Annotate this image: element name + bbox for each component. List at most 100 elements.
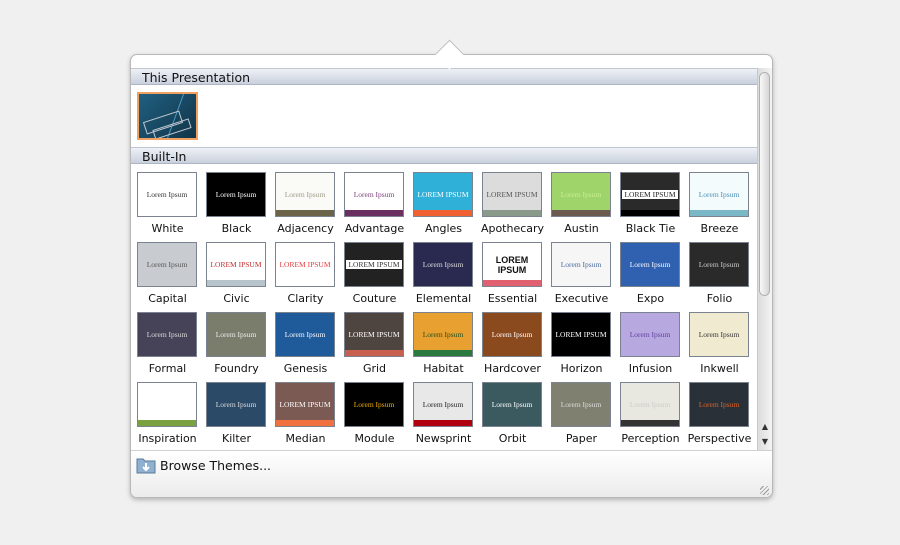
theme-thumbnail-hardcover[interactable]: Lorem Ipsum — [482, 312, 542, 357]
theme-accent — [552, 210, 610, 216]
theme-preview-text: Lorem Ipsum — [146, 190, 188, 199]
theme-thumbnail-angles[interactable]: LOREM IPSUM — [413, 172, 473, 217]
theme-accent — [345, 210, 403, 216]
theme-label: Inkwell — [700, 362, 739, 375]
theme-label: Orbit — [498, 432, 527, 445]
theme-thumbnail-civic[interactable]: LOREM IPSUM — [206, 242, 266, 287]
theme-label: Essential — [487, 292, 538, 305]
theme-thumbnail-white[interactable]: Lorem Ipsum — [137, 172, 197, 217]
theme-thumbnail-habitat[interactable]: Lorem Ipsum — [413, 312, 473, 357]
theme-label: Genesis — [283, 362, 328, 375]
theme-preview-text: Lorem Ipsum — [560, 260, 602, 269]
theme-accent — [207, 280, 265, 286]
theme-preview-text: LOREM IPSUM — [622, 190, 678, 199]
theme-thumbnail-median[interactable]: LOREM IPSUM — [275, 382, 335, 427]
theme-accent — [414, 210, 472, 216]
theme-preview-text: Lorem Ipsum — [146, 330, 188, 339]
theme-label: Folio — [706, 292, 733, 305]
theme-thumbnail-orbit[interactable]: Lorem Ipsum — [482, 382, 542, 427]
theme-preview-text: Lorem Ipsum — [560, 400, 602, 409]
theme-accent — [276, 420, 334, 426]
theme-preview-text: Lorem Ipsum — [629, 400, 671, 409]
section-header-this-presentation: This Presentation — [131, 68, 757, 85]
theme-label: Executive — [554, 292, 609, 305]
scrollbar-thumb[interactable] — [759, 72, 770, 296]
resize-grip[interactable] — [760, 486, 769, 495]
theme-preview-text: Lorem Ipsum — [422, 330, 464, 339]
theme-thumbnail-inspiration[interactable]: Lorem Ipsum — [137, 382, 197, 427]
theme-thumbnail-elemental[interactable]: Lorem Ipsum — [413, 242, 473, 287]
theme-preview-text: Lorem Ipsum — [353, 400, 395, 409]
theme-accent — [138, 420, 196, 426]
theme-thumbnail-newsprint[interactable]: Lorem Ipsum — [413, 382, 473, 427]
footer: Browse Themes... — [131, 450, 772, 497]
theme-label: Clarity — [287, 292, 324, 305]
theme-label: Black — [221, 222, 252, 235]
theme-label: Newsprint — [415, 432, 472, 445]
theme-accent — [690, 210, 748, 216]
theme-accent — [276, 210, 334, 216]
theme-preview-text: Lorem Ipsum — [629, 260, 671, 269]
theme-preview-text: LOREM IPSUM — [279, 400, 331, 409]
theme-thumbnail-perspective[interactable]: Lorem Ipsum — [689, 382, 749, 427]
browse-themes-button[interactable]: Browse Themes... — [136, 456, 271, 474]
theme-preview-text: Lorem Ipsum — [215, 330, 257, 339]
scrollbar[interactable]: ▲ ▼ — [757, 68, 772, 450]
theme-label: Perception — [621, 432, 680, 445]
theme-label: Couture — [352, 292, 397, 305]
theme-thumbnail-paper[interactable]: Lorem Ipsum — [551, 382, 611, 427]
theme-accent — [414, 350, 472, 356]
theme-thumbnail-formal[interactable]: Lorem Ipsum — [137, 312, 197, 357]
theme-thumbnail-black-tie[interactable]: LOREM IPSUM — [620, 172, 680, 217]
theme-label: Grid — [362, 362, 387, 375]
theme-preview-text: Lorem Ipsum — [560, 190, 602, 199]
theme-label: Paper — [565, 432, 598, 445]
theme-thumbnail-foundry[interactable]: Lorem Ipsum — [206, 312, 266, 357]
theme-thumbnail-essential[interactable]: LOREM IPSUM — [482, 242, 542, 287]
current-theme-thumbnail[interactable] — [137, 92, 198, 140]
theme-thumbnail-breeze[interactable]: Lorem Ipsum — [689, 172, 749, 217]
theme-preview-text: Lorem Ipsum — [422, 260, 464, 269]
theme-label: Elemental — [415, 292, 472, 305]
theme-label: Infusion — [628, 362, 673, 375]
theme-label: Hardcover — [484, 362, 541, 375]
theme-thumbnail-austin[interactable]: Lorem Ipsum — [551, 172, 611, 217]
theme-thumbnail-grid[interactable]: LOREM IPSUM — [344, 312, 404, 357]
theme-preview-text: LOREM IPSUM — [555, 330, 607, 339]
theme-thumbnail-adjacency[interactable]: Lorem Ipsum — [275, 172, 335, 217]
theme-thumbnail-genesis[interactable]: Lorem Ipsum — [275, 312, 335, 357]
theme-label: Angles — [424, 222, 463, 235]
theme-thumbnail-expo[interactable]: Lorem Ipsum — [620, 242, 680, 287]
theme-accent — [414, 420, 472, 426]
theme-preview-text: Lorem Ipsum — [215, 190, 257, 199]
theme-thumbnail-black[interactable]: Lorem Ipsum — [206, 172, 266, 217]
theme-thumbnail-folio[interactable]: Lorem Ipsum — [689, 242, 749, 287]
theme-thumbnail-apothecary[interactable]: LOREM IPSUM — [482, 172, 542, 217]
theme-label: Black Tie — [625, 222, 676, 235]
theme-thumbnail-advantage[interactable]: Lorem Ipsum — [344, 172, 404, 217]
scroll-down-button[interactable]: ▼ — [758, 435, 772, 449]
theme-thumbnail-kilter[interactable]: Lorem Ipsum — [206, 382, 266, 427]
theme-thumbnail-inkwell[interactable]: Lorem Ipsum — [689, 312, 749, 357]
theme-thumbnail-infusion[interactable]: Lorem Ipsum — [620, 312, 680, 357]
scroll-up-button[interactable]: ▲ — [758, 420, 772, 434]
theme-preview-text: Lorem Ipsum — [698, 190, 740, 199]
theme-label: Module — [354, 432, 395, 445]
theme-thumbnail-executive[interactable]: Lorem Ipsum — [551, 242, 611, 287]
theme-preview-text: Lorem Ipsum — [698, 400, 740, 409]
theme-preview-text: Lorem Ipsum — [353, 190, 395, 199]
theme-label: Breeze — [700, 222, 739, 235]
theme-thumbnail-module[interactable]: Lorem Ipsum — [344, 382, 404, 427]
theme-thumbnail-capital[interactable]: Lorem Ipsum — [137, 242, 197, 287]
theme-label: Apothecary — [480, 222, 545, 235]
theme-preview-text: Lorem Ipsum — [422, 400, 464, 409]
theme-preview-text: Lorem Ipsum — [146, 400, 188, 409]
theme-thumbnail-perception[interactable]: Lorem Ipsum — [620, 382, 680, 427]
theme-label: Advantage — [344, 222, 405, 235]
theme-thumbnail-clarity[interactable]: LOREM IPSUM — [275, 242, 335, 287]
theme-label: Inspiration — [138, 432, 197, 445]
theme-thumbnail-horizon[interactable]: LOREM IPSUM — [551, 312, 611, 357]
theme-thumbnail-couture[interactable]: LOREM IPSUM — [344, 242, 404, 287]
theme-label: Kilter — [222, 432, 251, 445]
theme-accent — [483, 280, 541, 286]
